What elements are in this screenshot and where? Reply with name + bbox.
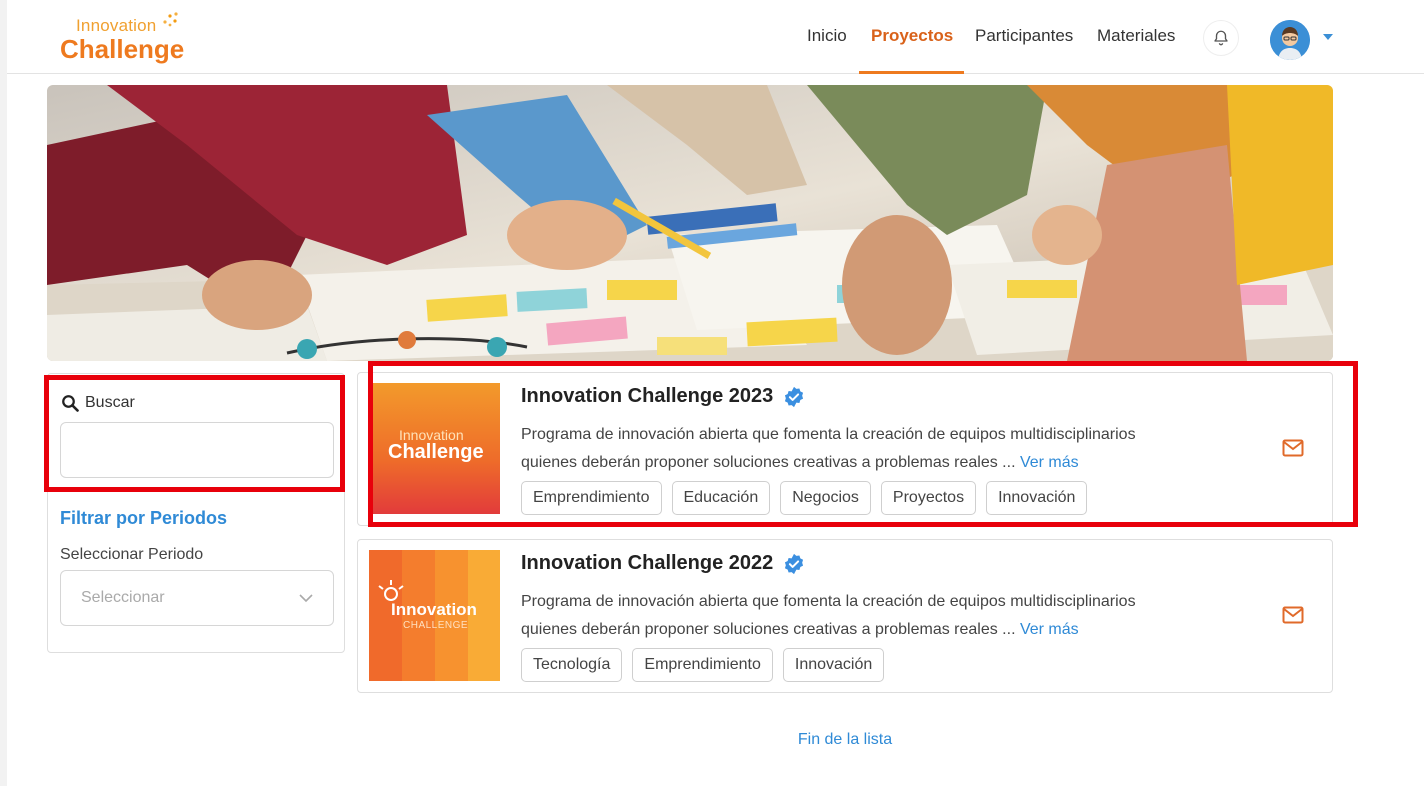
tag-chip[interactable]: Educación: [671, 481, 771, 515]
period-select-placeholder: Seleccionar: [81, 589, 165, 606]
search-label: Buscar: [61, 394, 135, 412]
project-thumbnail: Innovation Challenge: [369, 383, 500, 514]
thumb-text-bottom: CHALLENGE: [403, 620, 469, 631]
tag-chip[interactable]: Emprendimiento: [521, 481, 662, 515]
filter-periods-title: Filtrar por Periodos: [60, 508, 228, 528]
nav-inicio[interactable]: Inicio: [807, 26, 847, 46]
period-select[interactable]: Seleccionar: [60, 570, 334, 626]
user-avatar-icon: [1270, 20, 1310, 60]
nav-participantes[interactable]: Participantes: [975, 26, 1073, 46]
project-description-line2: quienes deberán proponer soluciones crea…: [521, 621, 1016, 638]
project-description-line1: Programa de innovación abierta que fomen…: [521, 426, 1136, 443]
bell-icon: [1214, 30, 1228, 46]
project-description-line1: Programa de innovación abierta que fomen…: [521, 593, 1136, 610]
tag-chip[interactable]: Innovación: [986, 481, 1088, 515]
chevron-down-icon: [299, 594, 313, 603]
tag-chip[interactable]: Emprendimiento: [632, 648, 773, 682]
project-description: Programa de innovación abierta que fomen…: [521, 588, 1241, 644]
search-label-text: Buscar: [85, 394, 135, 411]
verified-badge-icon: [785, 386, 804, 407]
project-title[interactable]: Innovation Challenge 2022: [521, 552, 805, 575]
project-tags: Tecnología Emprendimiento Innovación: [521, 648, 885, 682]
see-more-link[interactable]: Ver más: [1020, 454, 1079, 471]
thumb-text-top: Innovation: [391, 600, 477, 619]
mail-icon[interactable]: [1282, 606, 1304, 624]
project-card[interactable]: Innovation CHALLENGE Innovation Challeng…: [357, 539, 1333, 693]
top-navbar: Innovation Challenge Inicio Proyectos Pa…: [7, 0, 1424, 74]
nav-proyectos[interactable]: Proyectos: [871, 26, 953, 46]
project-description-line2: quienes deberán proponer soluciones crea…: [521, 454, 1016, 471]
logo-text-bottom: Challenge: [60, 34, 185, 64]
user-avatar[interactable]: [1270, 20, 1310, 60]
project-title-text: Innovation Challenge 2023: [521, 385, 774, 407]
see-more-link[interactable]: Ver más: [1020, 621, 1079, 638]
tag-chip[interactable]: Proyectos: [880, 481, 977, 515]
thumb-text-bottom: Challenge: [388, 441, 484, 463]
tag-chip[interactable]: Innovación: [782, 648, 885, 682]
notifications-button[interactable]: [1203, 20, 1239, 56]
project-card[interactable]: Innovation Challenge Innovation Challeng…: [357, 372, 1333, 526]
tag-chip[interactable]: Tecnología: [521, 648, 623, 682]
hero-photo: [47, 85, 1333, 361]
project-title[interactable]: Innovation Challenge 2023: [521, 385, 805, 408]
project-title-text: Innovation Challenge 2022: [521, 552, 774, 574]
tag-chip[interactable]: Negocios: [780, 481, 871, 515]
verified-badge-icon: [785, 553, 804, 574]
logo-text-top: Innovation: [76, 16, 157, 35]
search-icon: [62, 395, 79, 412]
logo-sparkle-icon: [163, 12, 178, 27]
mail-icon[interactable]: [1282, 439, 1304, 457]
project-tags: Emprendimiento Educación Negocios Proyec…: [521, 481, 1088, 515]
filters-sidebar: Buscar Filtrar por Periodos Seleccionar …: [47, 373, 345, 653]
app-logo[interactable]: Innovation Challenge: [60, 8, 200, 66]
hero-banner-image: [47, 85, 1333, 361]
project-description: Programa de innovación abierta que fomen…: [521, 421, 1241, 477]
user-menu-caret-icon[interactable]: [1323, 34, 1333, 40]
search-input[interactable]: [60, 422, 334, 478]
end-of-list-text: Fin de la lista: [797, 731, 893, 748]
left-edge-strip: [0, 0, 7, 786]
nav-materiales[interactable]: Materiales: [1097, 26, 1175, 46]
active-nav-underline: [859, 71, 964, 74]
project-thumbnail: Innovation CHALLENGE: [369, 550, 500, 681]
select-period-label: Seleccionar Periodo: [60, 546, 204, 563]
